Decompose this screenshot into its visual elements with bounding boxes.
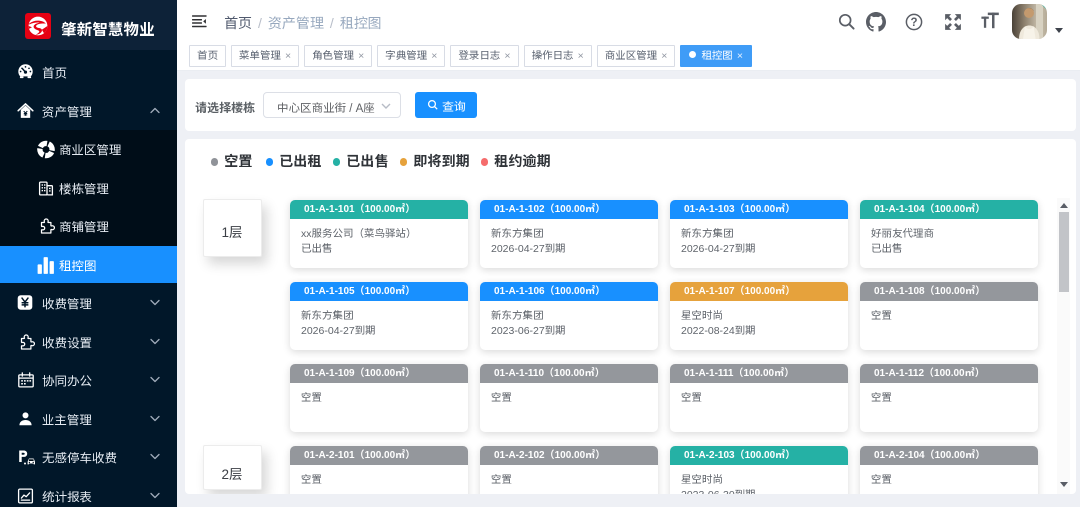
svg-text:?: ?: [910, 17, 917, 29]
